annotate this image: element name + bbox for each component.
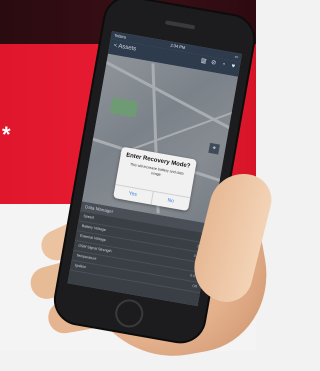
eye-off-icon[interactable]: ⊘: [209, 60, 217, 68]
speaker-grill: [165, 20, 196, 30]
book-icon[interactable]: ▥: [199, 58, 207, 66]
nav-actions: ▥ ⊘ ◔ ♥: [199, 58, 237, 71]
map-road: [119, 104, 243, 155]
heart-icon[interactable]: ♥: [229, 63, 237, 71]
row-label: Speed: [83, 214, 95, 220]
back-link[interactable]: < Assets: [113, 43, 137, 53]
home-button[interactable]: [113, 297, 146, 330]
map-layers-button[interactable]: ⌖: [208, 142, 220, 155]
map-park: [109, 97, 139, 118]
row-value: Off: [191, 283, 198, 289]
row-label: Ignition: [74, 263, 87, 270]
asterisk-mark: *: [2, 122, 11, 147]
bell-icon[interactable]: ◔: [219, 61, 227, 69]
